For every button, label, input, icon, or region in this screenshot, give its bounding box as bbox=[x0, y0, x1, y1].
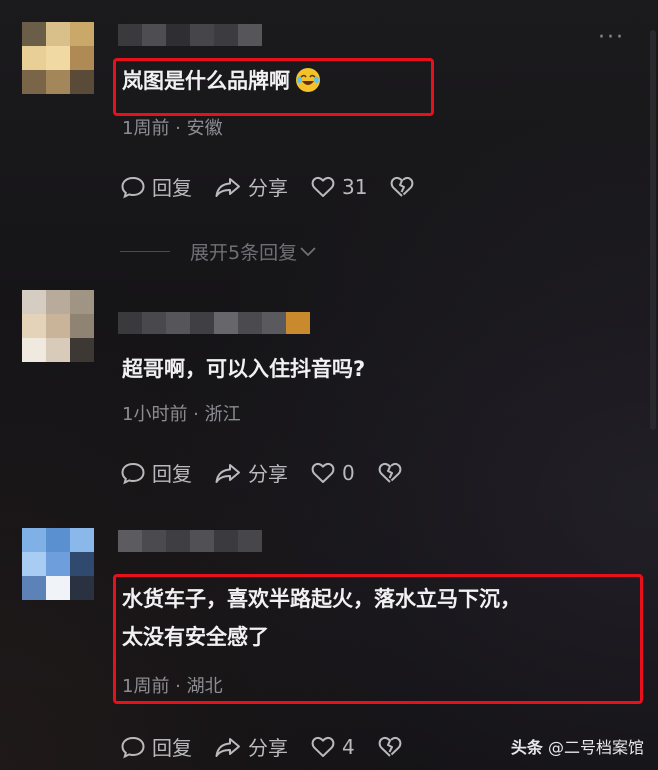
share-label: 分享 bbox=[248, 462, 288, 486]
reply-button[interactable]: 回复 bbox=[120, 458, 192, 487]
share-arrow-icon bbox=[215, 177, 240, 197]
heart-icon bbox=[311, 462, 335, 483]
expand-replies-button[interactable]: 展开5条回复 bbox=[120, 238, 317, 265]
speech-bubble-icon bbox=[121, 736, 145, 758]
heart-icon bbox=[311, 176, 335, 197]
comment-actions: 回复 分享 0 bbox=[120, 458, 431, 487]
avatar[interactable] bbox=[22, 290, 94, 362]
watermark-account: @二号档案馆 bbox=[547, 738, 644, 757]
avatar[interactable] bbox=[22, 528, 94, 600]
speech-bubble-icon bbox=[121, 462, 145, 484]
watermark-brand: 头条 bbox=[510, 738, 543, 757]
scrollbar[interactable] bbox=[650, 30, 656, 430]
expand-replies-label: 展开5条回复 bbox=[190, 242, 298, 264]
highlight-box bbox=[113, 58, 434, 116]
broken-heart-icon bbox=[378, 462, 402, 483]
like-count: 0 bbox=[342, 460, 355, 485]
divider-line bbox=[120, 251, 170, 252]
chevron-down-icon bbox=[300, 246, 316, 256]
dislike-button[interactable] bbox=[377, 735, 409, 759]
more-options-icon[interactable]: ··· bbox=[598, 27, 625, 49]
share-button[interactable]: 分享 bbox=[214, 172, 288, 201]
highlight-box bbox=[113, 574, 643, 704]
reply-label: 回复 bbox=[152, 176, 192, 200]
username-pixelated[interactable] bbox=[118, 312, 310, 334]
heart-icon bbox=[311, 736, 335, 757]
comment-actions: 回复 分享 31 bbox=[120, 172, 443, 201]
like-button[interactable]: 4 bbox=[310, 735, 355, 759]
reply-label: 回复 bbox=[152, 462, 192, 486]
like-count: 31 bbox=[342, 174, 368, 199]
watermark: 头条 @二号档案馆 bbox=[511, 734, 644, 758]
share-button[interactable]: 分享 bbox=[214, 732, 288, 761]
broken-heart-icon bbox=[378, 736, 402, 757]
avatar[interactable] bbox=[22, 22, 94, 94]
share-button[interactable]: 分享 bbox=[214, 458, 288, 487]
reply-button[interactable]: 回复 bbox=[120, 172, 192, 201]
comment-meta: 1小时前 · 浙江 bbox=[122, 404, 241, 425]
like-button[interactable]: 31 bbox=[310, 175, 367, 199]
dislike-button[interactable] bbox=[389, 175, 421, 199]
like-button[interactable]: 0 bbox=[310, 461, 355, 485]
speech-bubble-icon bbox=[121, 176, 145, 198]
reply-button[interactable]: 回复 bbox=[120, 732, 192, 761]
comment-meta: 1周前 · 安徽 bbox=[122, 118, 223, 139]
broken-heart-icon bbox=[391, 176, 414, 197]
like-count: 4 bbox=[342, 734, 355, 759]
share-arrow-icon bbox=[215, 463, 240, 483]
reply-label: 回复 bbox=[152, 736, 192, 760]
comment-text: 超哥啊，可以入住抖音吗? bbox=[122, 357, 366, 381]
username-pixelated[interactable] bbox=[118, 530, 262, 552]
share-arrow-icon bbox=[215, 737, 240, 757]
dislike-button[interactable] bbox=[377, 461, 409, 485]
share-label: 分享 bbox=[248, 176, 288, 200]
share-label: 分享 bbox=[248, 736, 288, 760]
username-pixelated[interactable] bbox=[118, 24, 262, 46]
comment-actions: 回复 分享 4 bbox=[120, 732, 431, 761]
